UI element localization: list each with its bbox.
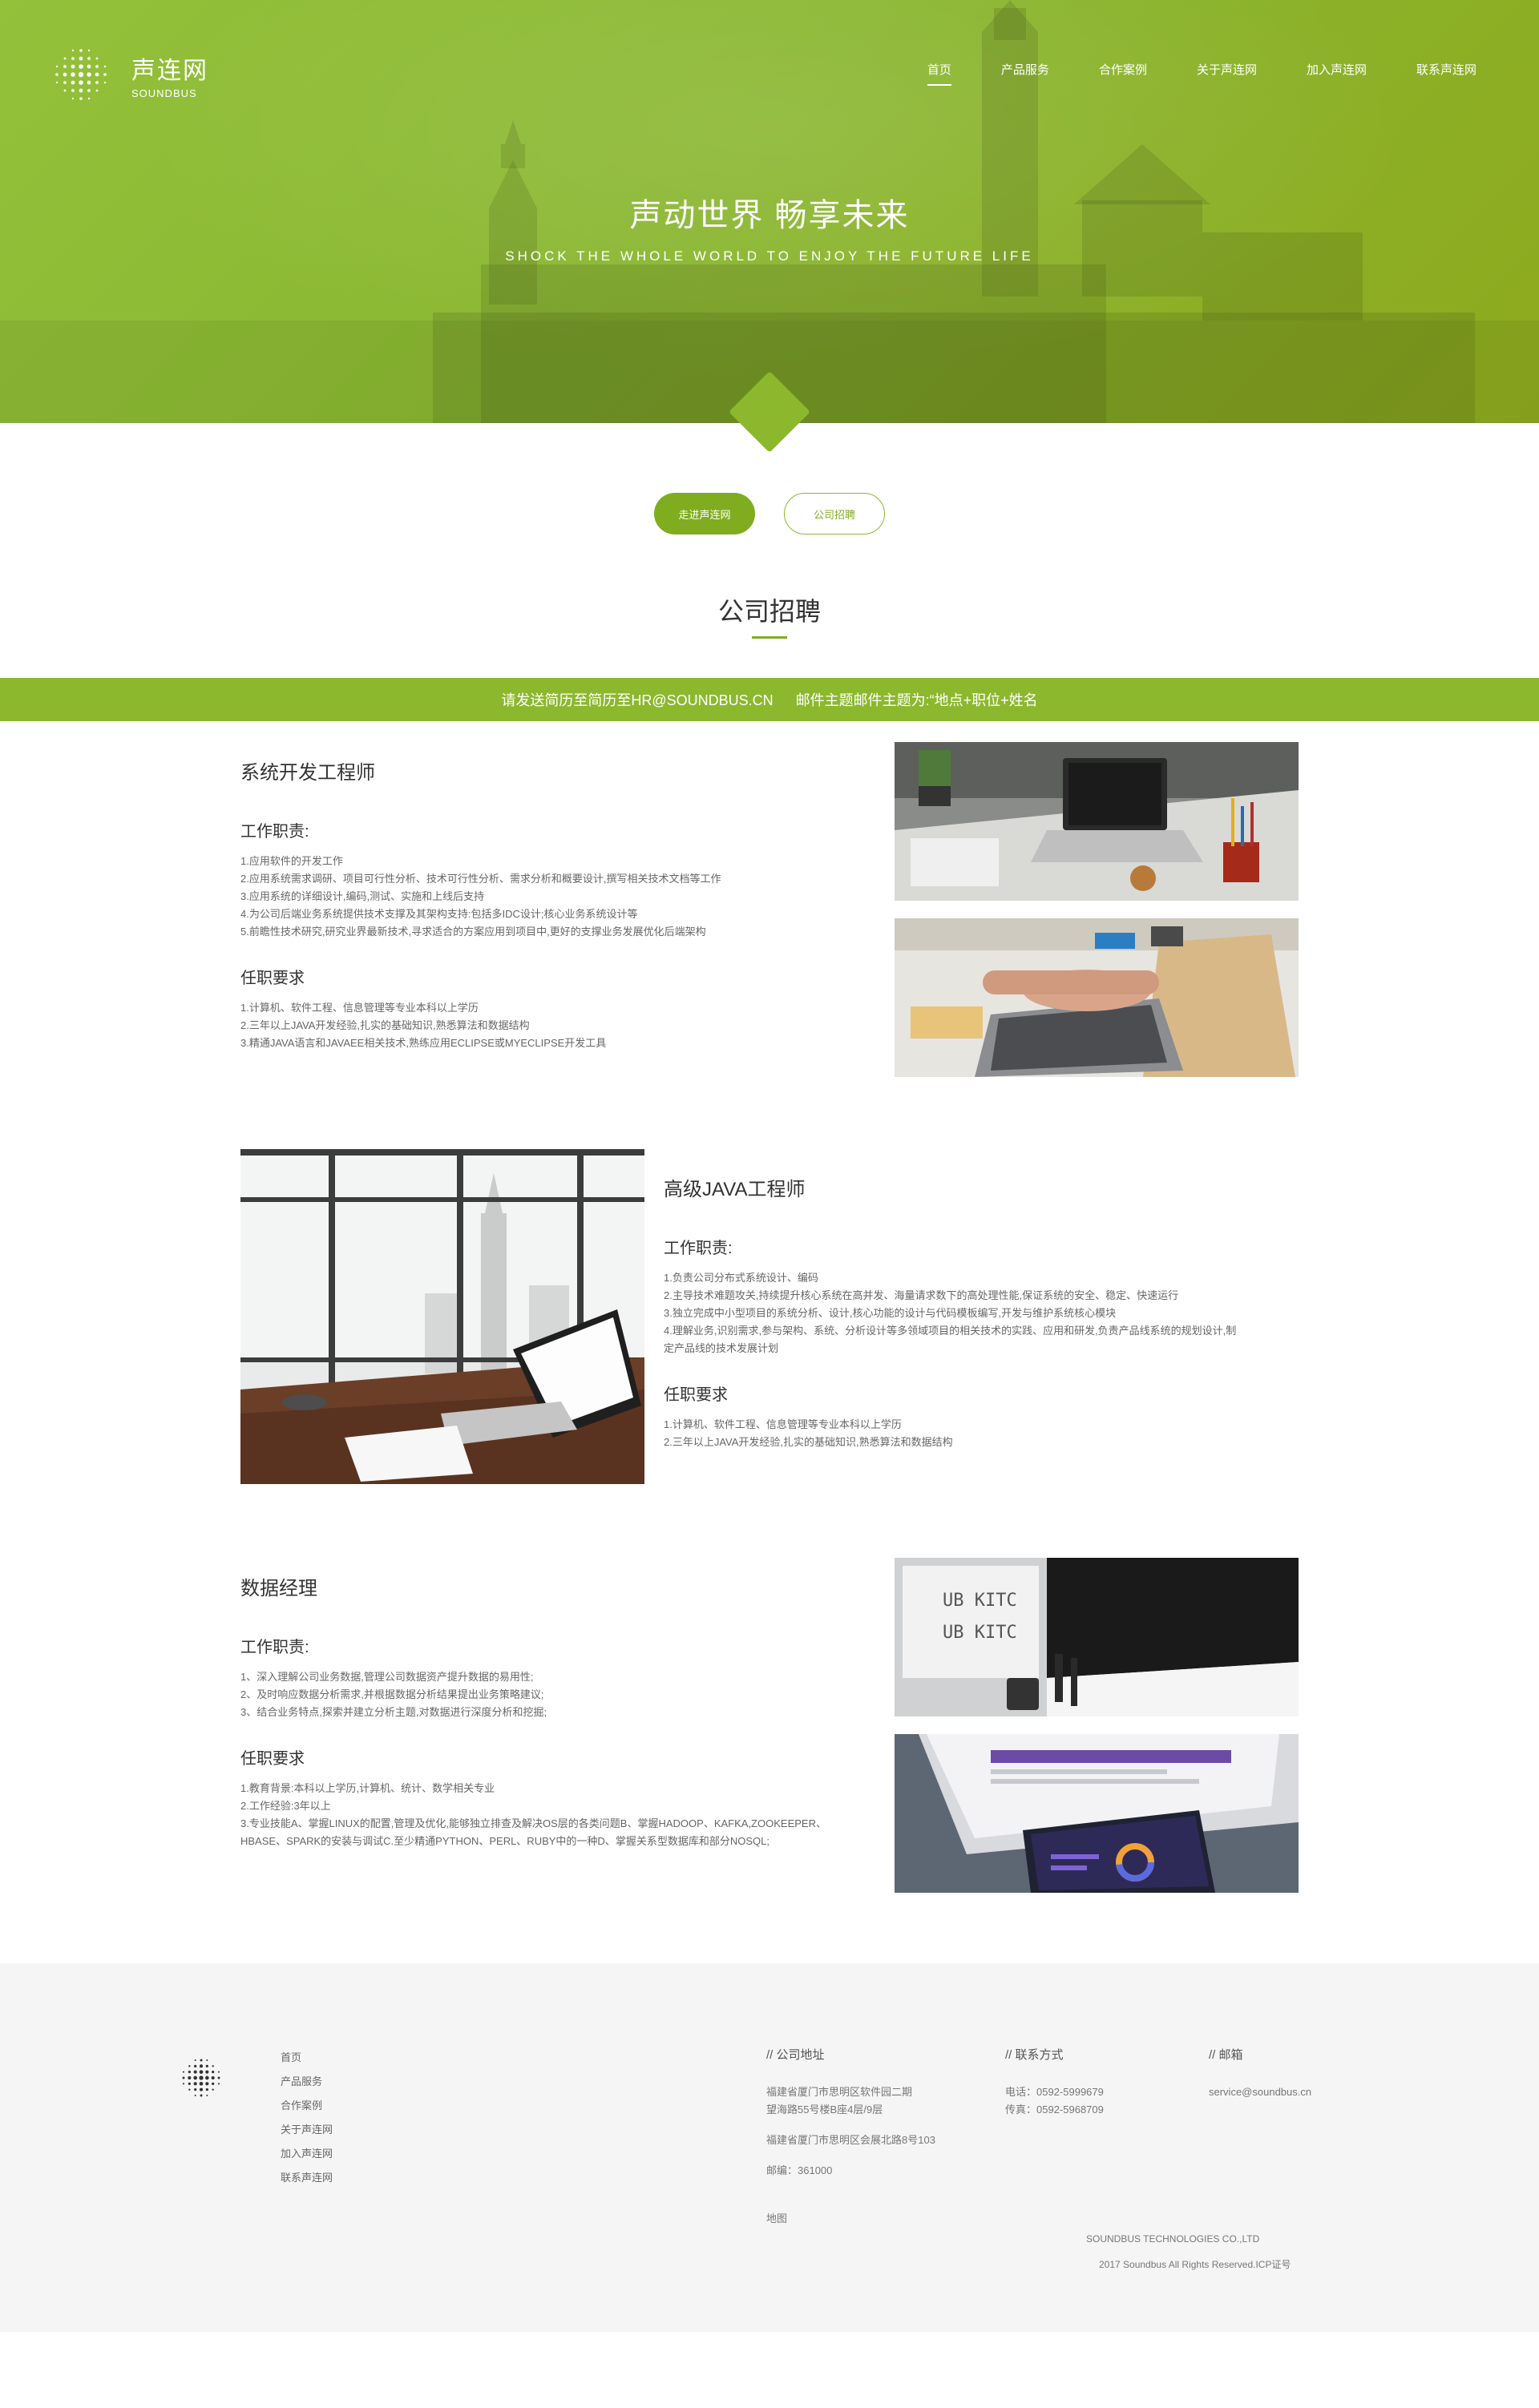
section-tabs: 走进声连网 公司招聘 <box>0 493 1539 534</box>
list-item: 4.理解业务,识别需求,参与架构、系统、分析设计等多领域项目的相关技术的实践、应… <box>664 1325 1237 1337</box>
notice-email: 请发送简历至简历至HR@SOUNDBUS.CN <box>501 692 774 708</box>
footer-address-line: 望海路55号楼B座4层/9层 <box>766 2103 883 2116</box>
brand-name-cn: 声连网 <box>131 57 208 84</box>
nav-item-about[interactable]: 关于声连网 <box>1197 61 1257 86</box>
footer-address: // 公司地址 福建省厦门市思明区软件园二期 望海路55号楼B座4层/9层 福建… <box>766 2046 935 2228</box>
job-req-heading: 任职要求 <box>664 1386 728 1404</box>
list-item: 3.应用系统的详细设计,编码,测试、实施和上线后支持 <box>240 890 485 902</box>
footer-fax: 传真：0592-5968709 <box>1005 2103 1104 2116</box>
job-duty-heading: 工作职责: <box>240 1639 309 1656</box>
resume-notice-bar: 请发送简历至简历至HR@SOUNDBUS.CN 邮件主题邮件主题为:“地点+职位… <box>0 678 1539 721</box>
job-title: 数据经理 <box>240 1578 317 1599</box>
list-item: 3.精通JAVA语言和JAVAEE相关技术,熟练应用ECLIPSE或MYECLI… <box>240 1037 607 1049</box>
job-req-list: 1.计算机、软件工程、信息管理等专业本科以上学历 2.三年以上JAVA开发经验,… <box>240 999 850 1052</box>
footer-address-line: 福建省厦门市思明区软件园二期 <box>766 2086 913 2098</box>
list-item: 1.教育背景:本科以上学历,计算机、统计、数学相关专业 <box>240 1782 495 1794</box>
list-item: 1、深入理解公司业务数据,管理公司数据资产提升数据的易用性; <box>240 1671 534 1683</box>
job-duty-list: 1.负责公司分布式系统设计、编码 2.主导技术难题攻关,持续提升核心系统在高并发… <box>664 1269 1305 1357</box>
section-title: 公司招聘 <box>717 597 821 626</box>
list-item: 3、结合业务特点,探索并建立分析主题,对数据进行深度分析和挖掘; <box>240 1706 547 1718</box>
soundbus-footer-logo-icon <box>182 2059 220 2097</box>
job-duty-list: 1、深入理解公司业务数据,管理公司数据资产提升数据的易用性; 2、及时响应数据分… <box>240 1668 866 1721</box>
hero-subtitle: SHOCK THE WHOLE WORLD TO ENJOY THE FUTUR… <box>505 248 1034 264</box>
footer-link-join[interactable]: 加入声连网 <box>281 2142 333 2166</box>
svg-text:UB KITC: UB KITC <box>943 1623 1017 1643</box>
job-title: 系统开发工程师 <box>240 762 375 784</box>
nav-item-contact[interactable]: 联系声连网 <box>1416 61 1476 86</box>
typing-laptop-photo <box>895 918 1299 1077</box>
job-data-manager: 数据经理 工作职责: 1、深入理解公司业务数据,管理公司数据资产提升数据的易用性… <box>240 1572 866 1850</box>
list-item: 2.应用系统需求调研、项目可行性分析、技术可行性分析、需求分析和概要设计,撰写相… <box>240 873 721 885</box>
main-nav: 首页 产品服务 合作案例 关于声连网 加入声连网 联系声连网 <box>878 61 1476 86</box>
job-system-developer: 系统开发工程师 工作职责: 1.应用软件的开发工作 2.应用系统需求调研、项目可… <box>240 756 850 1052</box>
list-item: 4.为公司后端业务系统提供技术支撑及其架构支持:包括多IDC设计;核心业务系统设… <box>240 908 638 920</box>
list-item: 定产品线的技术发展计划 <box>664 1342 779 1354</box>
site-footer: 首页 产品服务 合作案例 关于声连网 加入声连网 联系声连网 // 公司地址 福… <box>0 1963 1539 2332</box>
tab-about-company[interactable]: 走进声连网 <box>654 493 755 534</box>
list-item: 1.计算机、软件工程、信息管理等专业本科以上学历 <box>240 1002 479 1014</box>
list-item: 2、及时响应数据分析需求,并根据数据分析结果提出业务策略建议; <box>240 1688 544 1700</box>
footer-link-cases[interactable]: 合作案例 <box>281 2094 333 2118</box>
job-req-list: 1.教育背景:本科以上学历,计算机、统计、数学相关专业 2.工作经验:3年以上 … <box>240 1780 866 1850</box>
footer-link-home[interactable]: 首页 <box>281 2046 333 2070</box>
brand-logo[interactable]: 声连网 SOUNDBUS <box>45 38 208 111</box>
job-duty-heading: 工作职责: <box>664 1240 733 1257</box>
brand-name-en: SOUNDBUS <box>131 87 197 99</box>
footer-email[interactable]: service@soundbus.cn <box>1209 2083 1311 2101</box>
list-item: 1.负责公司分布式系统设计、编码 <box>664 1272 818 1284</box>
footer-postcode: 邮编：361000 <box>766 2164 833 2176</box>
list-item: 1.应用软件的开发工作 <box>240 855 343 867</box>
footer-mail: // 邮箱 service@soundbus.cn <box>1209 2046 1311 2101</box>
list-item: 1.计算机、软件工程、信息管理等专业本科以上学历 <box>664 1418 902 1430</box>
footer-address-line: 福建省厦门市思明区会展北路8号103 <box>766 2134 935 2146</box>
footer-contact-heading: // 联系方式 <box>1005 2048 1064 2062</box>
notice-subject: 邮件主题邮件主题为:“地点+职位+姓名 <box>795 692 1038 708</box>
job-duty-heading: 工作职责: <box>240 823 309 841</box>
list-item: 2.三年以上JAVA开发经验,扎实的基础知识,熟悉算法和数据结构 <box>240 1019 530 1031</box>
job-req-heading: 任职要求 <box>240 1750 305 1768</box>
footer-link-contact[interactable]: 联系声连网 <box>281 2166 333 2190</box>
job-req-heading: 任职要求 <box>240 970 305 987</box>
footer-contact: // 联系方式 电话：0592-5999679 传真：0592-5968709 <box>1005 2046 1104 2119</box>
soundbus-logo-icon <box>55 49 107 100</box>
job-title: 高级JAVA工程师 <box>664 1179 806 1200</box>
tablet-dashboard-photo <box>895 1734 1299 1893</box>
footer-mail-heading: // 邮箱 <box>1209 2048 1243 2062</box>
footer-phone: 电话：0592-5999679 <box>1005 2086 1104 2098</box>
footer-link-products[interactable]: 产品服务 <box>281 2070 333 2094</box>
hero-banner: 声连网 SOUNDBUS 首页 产品服务 合作案例 关于声连网 加入声连网 联系… <box>0 0 1539 423</box>
nav-item-cases[interactable]: 合作案例 <box>1099 61 1147 86</box>
list-item: 2.工作经验:3年以上 <box>240 1800 331 1812</box>
list-item: 5.前瞻性技术研究,研究业界最新技术,寻求适合的方案应用到项目中,更好的支撑业务… <box>240 926 706 938</box>
desk-laptop-photo <box>895 742 1299 901</box>
hero-title: 声动世界 畅享未来 <box>629 198 910 233</box>
list-item: 3.专业技能A、掌握LINUX的配置,管理及优化,能够独立排查及解决OS层的各类… <box>240 1817 826 1829</box>
tab-recruitment[interactable]: 公司招聘 <box>784 493 885 534</box>
footer-copyright: 2017 Soundbus All Rights Reserved.ICP证号 <box>1099 2259 1291 2270</box>
list-item: 3.独立完成中小型项目的系统分析、设计,核心功能的设计与代码模板编写,开发与维护… <box>664 1307 1117 1319</box>
office-window-photo <box>240 1149 644 1484</box>
list-item: 2.三年以上JAVA开发经验,扎实的基础知识,熟悉算法和数据结构 <box>664 1436 953 1448</box>
footer-link-about[interactable]: 关于声连网 <box>281 2118 333 2142</box>
job-senior-java-engineer: 高级JAVA工程师 工作职责: 1.负责公司分布式系统设计、编码 2.主导技术难… <box>664 1173 1305 1451</box>
job-duty-list: 1.应用软件的开发工作 2.应用系统需求调研、项目可行性分析、技术可行性分析、需… <box>240 853 850 941</box>
monitor-closeup-photo: UB KITC UB KITC <box>895 1558 1299 1716</box>
nav-item-products[interactable]: 产品服务 <box>1001 61 1049 86</box>
nav-item-home[interactable]: 首页 <box>927 61 951 86</box>
list-item: 2.主导技术难题攻关,持续提升核心系统在高并发、海量请求数下的高处理性能,保证系… <box>664 1289 1179 1301</box>
section-title-underline <box>752 636 787 639</box>
footer-company-name: SOUNDBUS TECHNOLOGIES CO.,LTD <box>1086 2233 1260 2245</box>
footer-nav: 首页 产品服务 合作案例 关于声连网 加入声连网 联系声连网 <box>281 2046 333 2190</box>
footer-map-link[interactable]: 地图 <box>766 2210 935 2228</box>
nav-item-join[interactable]: 加入声连网 <box>1307 61 1367 86</box>
svg-text:UB KITC: UB KITC <box>943 1591 1017 1611</box>
job-req-list: 1.计算机、软件工程、信息管理等专业本科以上学历 2.三年以上JAVA开发经验,… <box>664 1416 1305 1451</box>
list-item: HBASE、SPARK的安装与调试C.至少精通PYTHON、PERL、RUBY中… <box>240 1835 770 1847</box>
footer-address-heading: // 公司地址 <box>766 2048 825 2062</box>
